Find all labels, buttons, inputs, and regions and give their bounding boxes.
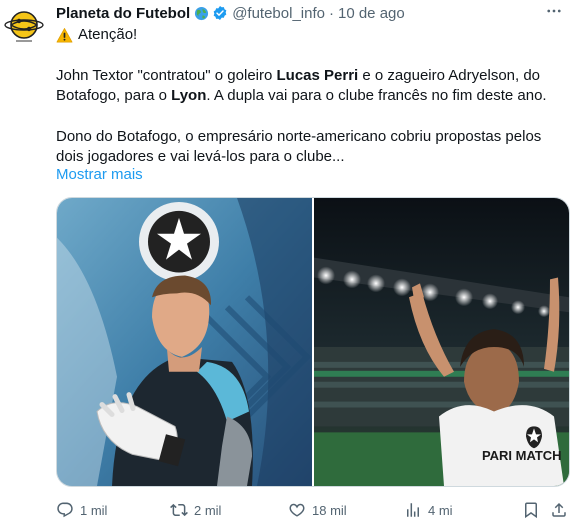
- bookmark-button[interactable]: [522, 501, 546, 519]
- tweet-header: Planeta do Futebol @futebol_info · 10 de…: [56, 3, 564, 23]
- alert-text: Atenção!: [78, 26, 138, 43]
- tweet-paragraph-2: Dono do Botafogo, o empresário norte-ame…: [56, 128, 542, 165]
- bookmark-icon: [525, 502, 537, 519]
- action-bar: 1 mil 2 mil 18 mil 4 mi: [56, 500, 570, 520]
- media-grid: PARI MATCH: [56, 197, 570, 487]
- repost-button[interactable]: 2 mil: [170, 501, 221, 519]
- stadium-player-photo[interactable]: PARI MATCH: [314, 198, 569, 486]
- author-name[interactable]: Planeta do Futebol: [56, 5, 190, 22]
- verified-badge-icon: [212, 5, 228, 21]
- share-icon: [552, 502, 566, 517]
- separator-dot: ·: [328, 4, 334, 22]
- sponsor-text: PARI MATCH: [482, 448, 562, 463]
- globe-icon: [194, 6, 209, 21]
- goalkeeper-photo[interactable]: [57, 198, 312, 486]
- tweet-date[interactable]: 10 de ago: [338, 5, 405, 22]
- like-button[interactable]: 18 mil: [288, 501, 347, 519]
- author-handle[interactable]: @futebol_info: [232, 5, 325, 22]
- like-count: 18 mil: [312, 502, 347, 518]
- views-button[interactable]: 4 mi: [404, 501, 453, 519]
- warning-icon: [56, 27, 73, 44]
- tweet-paragraph-1: John Textor "contratou" o goleiro Lucas …: [56, 66, 561, 106]
- repost-count: 2 mil: [194, 502, 222, 518]
- show-more-link[interactable]: Mostrar mais: [56, 165, 143, 185]
- reply-count: 1 mil: [80, 502, 108, 518]
- player-name-perri: Lucas Perri: [276, 67, 359, 84]
- p1-segment-e: . A dupla vai para o clube francês no fi…: [206, 87, 547, 104]
- reply-button[interactable]: 1 mil: [56, 501, 107, 519]
- repost-icon: [170, 503, 188, 517]
- views-icon: [407, 503, 419, 517]
- heart-icon: [289, 503, 305, 517]
- avatar[interactable]: [4, 6, 44, 46]
- reply-icon: [57, 502, 73, 518]
- share-button[interactable]: [550, 501, 572, 519]
- p1-segment-a: John Textor "contratou" o goleiro: [56, 67, 277, 84]
- club-name-lyon: Lyon: [171, 87, 207, 104]
- views-count: 4 mi: [428, 502, 453, 518]
- more-icon[interactable]: [542, 0, 566, 22]
- tweet-text: Atenção! John Textor "contratou" o golei…: [56, 25, 561, 167]
